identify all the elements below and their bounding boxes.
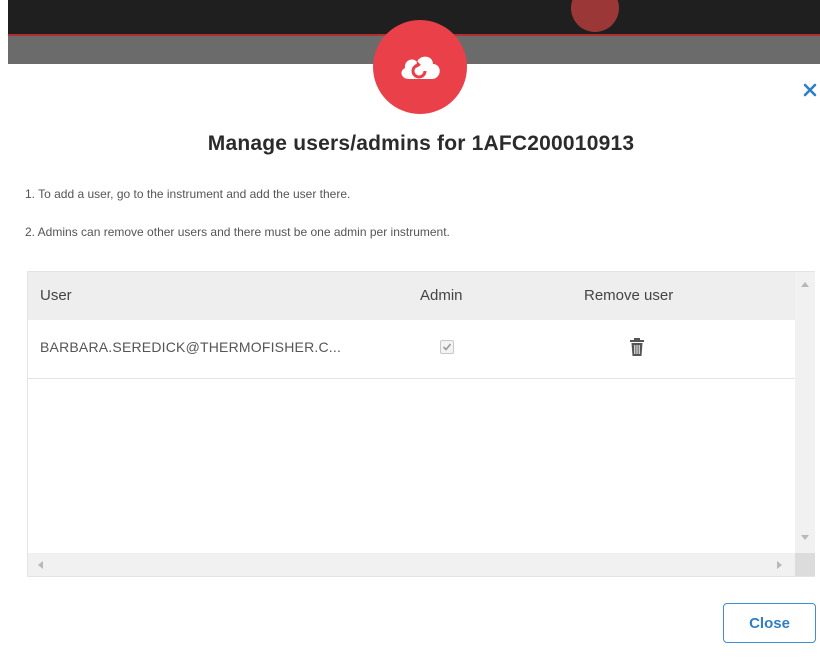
header-user[interactable]: User: [40, 287, 72, 304]
header-admin[interactable]: Admin: [420, 287, 463, 304]
user-email: BARBARA.SEREDICK@THERMOFISHER.C...: [40, 339, 342, 355]
admin-checkbox[interactable]: [440, 340, 454, 354]
close-button[interactable]: Close: [723, 603, 816, 643]
instruction-admins: 2. Admins can remove other users and the…: [25, 225, 450, 239]
header-remove-user[interactable]: Remove user: [584, 287, 673, 304]
users-table: User Admin Remove user BARBARA.SEREDICK@…: [27, 271, 815, 577]
app-header-logo: [571, 0, 619, 32]
scroll-down-arrow-icon[interactable]: [795, 531, 815, 545]
horizontal-scrollbar[interactable]: [28, 553, 795, 576]
instruction-add-user: 1. To add a user, go to the instrument a…: [25, 187, 351, 201]
trash-icon[interactable]: [628, 337, 646, 357]
table-header: User Admin Remove user: [28, 272, 795, 320]
scroll-left-arrow-icon[interactable]: [33, 553, 47, 576]
dialog-title: Manage users/admins for 1AFC200010913: [207, 132, 635, 155]
scroll-up-arrow-icon[interactable]: [795, 277, 815, 291]
vertical-scrollbar[interactable]: [795, 272, 815, 553]
scroll-right-arrow-icon[interactable]: [773, 553, 787, 576]
cloud-sync-icon: [373, 20, 467, 114]
scrollbar-corner: [795, 553, 815, 576]
table-row: BARBARA.SEREDICK@THERMOFISHER.C...: [28, 320, 795, 379]
close-icon[interactable]: [799, 79, 820, 101]
